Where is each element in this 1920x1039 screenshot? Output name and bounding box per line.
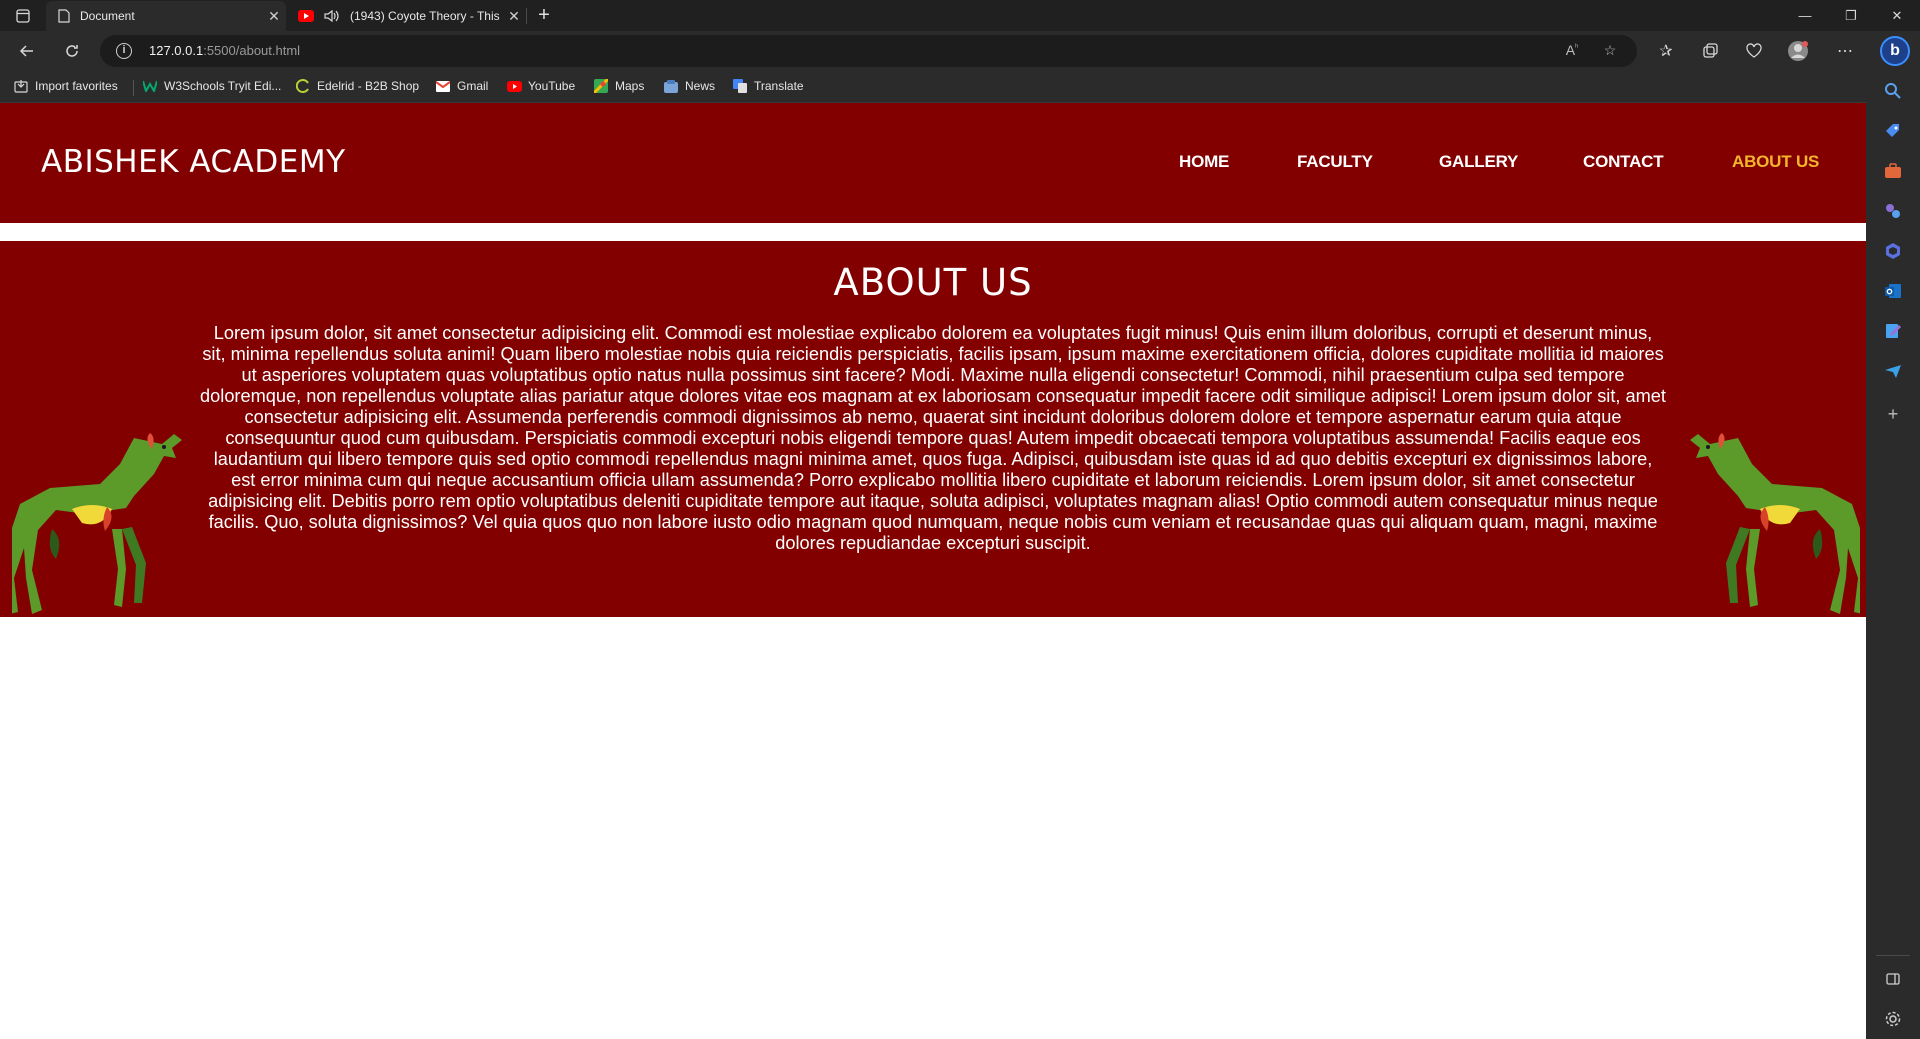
bookmark-edelrid[interactable]: Edelrid - B2B Shop bbox=[295, 78, 419, 94]
favorites-bar: Import favorites W3Schools Tryit Edi... … bbox=[0, 71, 1920, 103]
edelrid-icon bbox=[295, 78, 311, 94]
url-path: :5500/about.html bbox=[203, 43, 301, 58]
nav-faculty[interactable]: FACULTY bbox=[1297, 152, 1373, 172]
add-icon[interactable]: + bbox=[1883, 404, 1903, 424]
bookmark-gmail[interactable]: Gmail bbox=[435, 78, 488, 94]
tab-title: Document bbox=[80, 9, 135, 23]
url-text: 127.0.0.1:5500/about.html bbox=[149, 43, 300, 58]
bookmark-label: Import favorites bbox=[35, 79, 118, 93]
bookmark-youtube[interactable]: YouTube bbox=[506, 78, 575, 94]
info-icon[interactable]: i bbox=[116, 43, 132, 59]
bookmark-label: News bbox=[685, 79, 716, 93]
site-logo[interactable]: ABISHEK ACADEMY bbox=[41, 144, 346, 180]
bookmark-w3schools[interactable]: W3Schools Tryit Edi... bbox=[142, 78, 281, 94]
deer-illustration-right bbox=[1690, 433, 1860, 614]
maps-icon bbox=[593, 78, 609, 94]
about-section: ABOUT US Lorem ipsum dolor, sit amet con… bbox=[0, 241, 1866, 617]
browser-essentials-icon[interactable] bbox=[1742, 39, 1766, 63]
microsoft-365-icon[interactable] bbox=[1883, 241, 1903, 261]
bookmark-label: W3Schools Tryit Edi... bbox=[164, 79, 282, 93]
about-paragraph: Lorem ipsum dolor, sit amet consectetur … bbox=[200, 323, 1666, 553]
bookmark-maps[interactable]: Maps bbox=[593, 78, 644, 94]
close-icon[interactable]: ✕ bbox=[502, 8, 526, 25]
bookmark-label: Maps bbox=[615, 79, 645, 93]
deer-illustration-left bbox=[12, 433, 182, 614]
shopping-tag-icon[interactable] bbox=[1883, 121, 1903, 141]
url-host: 127.0.0.1 bbox=[149, 43, 204, 58]
profile-avatar-icon[interactable] bbox=[1786, 39, 1810, 63]
favorite-star-icon[interactable]: ☆ bbox=[1600, 42, 1620, 62]
minimize-icon[interactable]: — bbox=[1782, 0, 1828, 31]
import-icon bbox=[13, 78, 29, 94]
bookmark-import-favorites[interactable]: Import favorites bbox=[13, 78, 118, 94]
read-aloud-icon[interactable]: Aʰ bbox=[1562, 42, 1582, 62]
bookmark-label: Gmail bbox=[457, 79, 489, 93]
drop-notes-icon[interactable] bbox=[1883, 321, 1903, 341]
translate-icon bbox=[732, 78, 748, 94]
refresh-icon[interactable] bbox=[60, 39, 84, 63]
collections-icon[interactable] bbox=[1698, 39, 1722, 63]
bookmark-label: Edelrid - B2B Shop bbox=[317, 79, 420, 93]
search-icon[interactable] bbox=[1883, 81, 1903, 101]
address-bar[interactable]: i 127.0.0.1:5500/about.html Aʰ ☆ bbox=[100, 35, 1637, 67]
edge-sidebar: + bbox=[1866, 71, 1920, 1039]
youtube-icon bbox=[506, 78, 522, 94]
document-icon bbox=[58, 9, 70, 23]
browser-toolbar: i 127.0.0.1:5500/about.html Aʰ ☆ ✰ ⋯ bbox=[0, 31, 1920, 71]
bookmark-translate[interactable]: Translate bbox=[732, 78, 804, 94]
page-viewport: ABISHEK ACADEMY HOME FACULTY GALLERY CON… bbox=[0, 103, 1866, 1039]
favorites-icon[interactable]: ✰ bbox=[1654, 39, 1678, 63]
settings-gear-icon[interactable] bbox=[1883, 1009, 1903, 1029]
outlook-icon[interactable] bbox=[1883, 281, 1903, 301]
close-icon[interactable]: ✕ bbox=[262, 8, 286, 25]
window-close-icon[interactable]: ✕ bbox=[1874, 0, 1920, 31]
tab-title: (1943) Coyote Theory - This bbox=[350, 9, 500, 23]
games-icon[interactable] bbox=[1883, 201, 1903, 221]
nav-home[interactable]: HOME bbox=[1179, 152, 1229, 172]
new-tab-icon[interactable]: + bbox=[532, 3, 556, 27]
youtube-icon bbox=[298, 10, 314, 22]
sidebar-separator bbox=[1876, 955, 1910, 956]
w3schools-icon bbox=[142, 78, 158, 94]
speaker-icon[interactable] bbox=[324, 9, 340, 23]
nav-gallery[interactable]: GALLERY bbox=[1439, 152, 1518, 172]
tab-separator bbox=[526, 8, 527, 24]
gmail-icon bbox=[435, 78, 451, 94]
hide-sidebar-icon[interactable] bbox=[1883, 969, 1903, 989]
site-header: ABISHEK ACADEMY HOME FACULTY GALLERY CON… bbox=[0, 103, 1866, 223]
about-heading: ABOUT US bbox=[833, 261, 1033, 304]
bookmark-news[interactable]: News bbox=[663, 78, 715, 94]
tab-youtube[interactable]: (1943) Coyote Theory - This ✕ bbox=[290, 1, 526, 31]
nav-contact[interactable]: CONTACT bbox=[1583, 152, 1664, 172]
tab-strip: Document ✕ (1943) Coyote Theory - This ✕… bbox=[0, 0, 1920, 31]
nav-about-us[interactable]: ABOUT US bbox=[1732, 152, 1819, 172]
news-icon bbox=[663, 78, 679, 94]
more-options-icon[interactable]: ⋯ bbox=[1833, 39, 1857, 63]
restore-icon[interactable]: ❐ bbox=[1828, 0, 1874, 31]
tab-document[interactable]: Document ✕ bbox=[46, 1, 286, 31]
bookmark-label: YouTube bbox=[528, 79, 576, 93]
bookmark-label: Translate bbox=[754, 79, 804, 93]
copilot-icon[interactable]: b bbox=[1880, 36, 1910, 66]
tools-briefcase-icon[interactable] bbox=[1883, 161, 1903, 181]
send-plane-icon[interactable] bbox=[1883, 361, 1903, 381]
back-icon[interactable] bbox=[15, 39, 39, 63]
bookmark-separator bbox=[133, 80, 134, 96]
tab-actions-icon[interactable] bbox=[10, 5, 36, 27]
